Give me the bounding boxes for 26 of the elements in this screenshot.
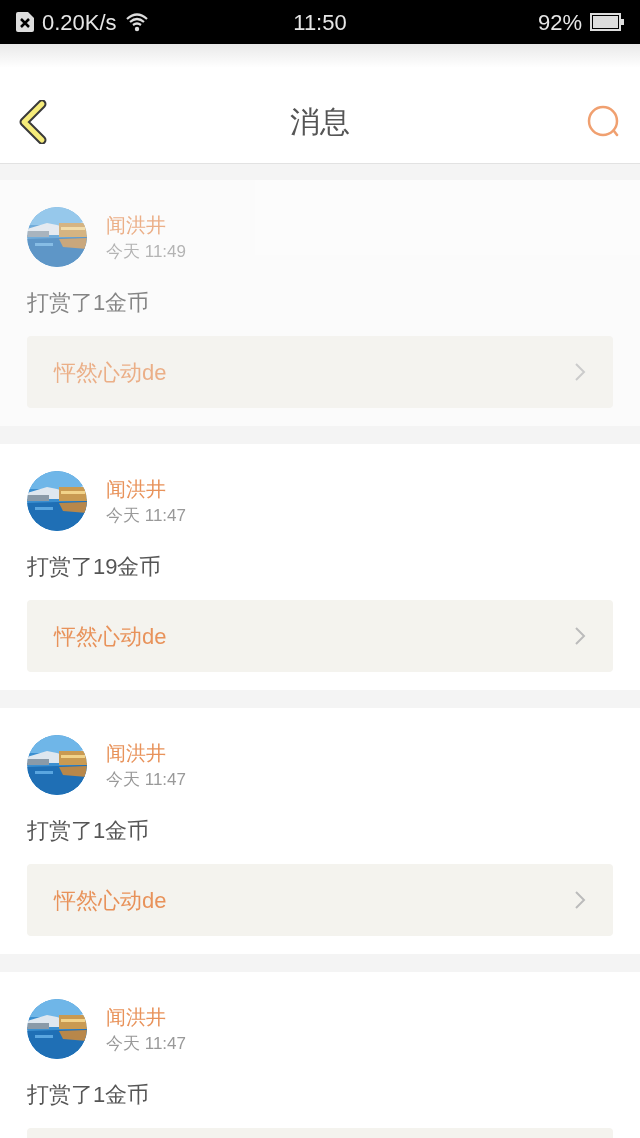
wifi-icon (124, 12, 149, 32)
sender-name: 闻洪井 (106, 1005, 167, 1030)
chevron-right-icon (574, 890, 586, 910)
chevron-right-icon (574, 362, 586, 382)
sender-name: 闻洪井 (106, 477, 167, 502)
sender-name: 闻洪井 (106, 213, 167, 238)
battery-icon (590, 13, 624, 31)
message-text: 打赏了19金币 (27, 554, 162, 579)
post-link[interactable]: 怦然心动de (27, 600, 613, 672)
battery-percent: 92% (537, 8, 582, 37)
sim-icon (16, 12, 34, 32)
message-time: 今天 11:47 (106, 769, 186, 791)
message-text: 打赏了1金币 (27, 1082, 150, 1107)
message-time: 今天 11:49 (106, 241, 186, 263)
network-speed: 0.20K/s (42, 8, 117, 37)
page-title: 消息 (290, 104, 350, 140)
back-icon (18, 100, 48, 144)
message-text: 打赏了1金币 (27, 818, 150, 843)
sender-name: 闻洪井 (106, 741, 167, 766)
post-link[interactable]: 怦然心动de (27, 864, 613, 936)
clock: 11:50 (293, 8, 347, 37)
message-text: 打赏了1金币 (27, 290, 150, 315)
post-link[interactable]: 怦然心动de (27, 336, 613, 408)
chevron-right-icon (574, 626, 586, 646)
message-time: 今天 11:47 (106, 1033, 186, 1055)
message-time: 今天 11:47 (106, 505, 186, 527)
